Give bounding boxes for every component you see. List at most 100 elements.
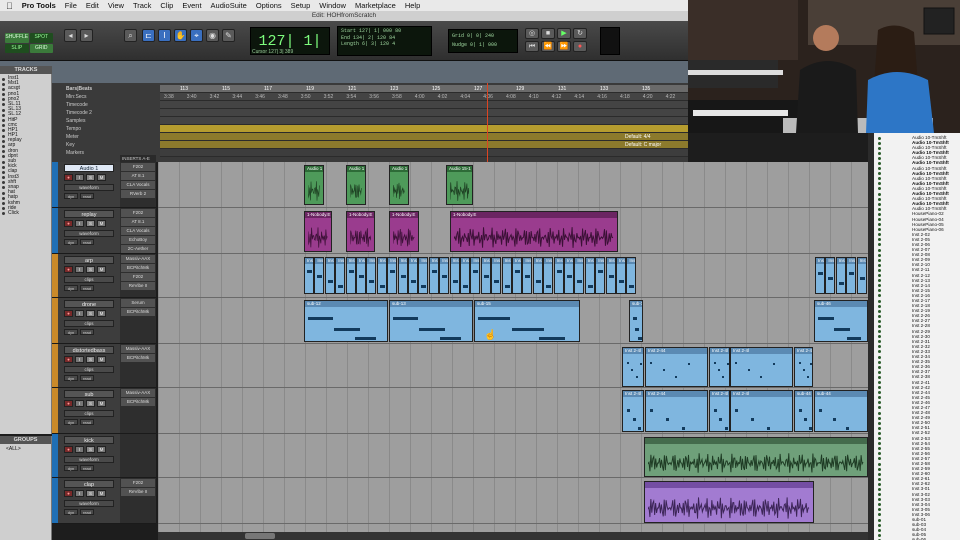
end-value[interactable]: 134| 2| 120 bbox=[353, 35, 386, 41]
automation-mode[interactable]: read bbox=[80, 285, 94, 291]
midi-clip[interactable]: Inst 2-4l bbox=[622, 347, 644, 387]
midi-clip[interactable]: Inst bbox=[345, 257, 356, 294]
input-monitor-button[interactable]: I bbox=[75, 490, 84, 497]
record-enable-button[interactable]: ● bbox=[64, 266, 73, 273]
record-enable-button[interactable]: ● bbox=[64, 446, 73, 453]
dyn-button[interactable]: dyn bbox=[64, 193, 78, 199]
midi-clip[interactable]: sub-44 bbox=[794, 390, 813, 432]
midi-clip[interactable]: Inst bbox=[491, 257, 502, 294]
start-value[interactable]: 127| 1| 000 bbox=[359, 28, 392, 34]
insert-plugin[interactable]: F202 bbox=[121, 209, 155, 217]
clap-audio-clip[interactable] bbox=[644, 481, 814, 523]
mute-button[interactable]: M bbox=[97, 174, 106, 181]
midi-clip[interactable]: Inst bbox=[304, 257, 314, 294]
record-enable-button[interactable]: ● bbox=[64, 490, 73, 497]
audio-clip[interactable]: 1-Nobody.E bbox=[346, 211, 375, 252]
solo-button[interactable]: S bbox=[86, 266, 95, 273]
automation-mode[interactable]: read bbox=[80, 465, 94, 471]
midi-clip[interactable]: Inst 2-4l bbox=[730, 347, 793, 387]
track-name[interactable]: Audio 1 bbox=[64, 164, 114, 172]
bars-beats-ruler[interactable]: 113 115 117 119 121 123 125 127 129 131 133 135 bbox=[160, 85, 688, 93]
grabber-tool-icon[interactable]: ✋ bbox=[174, 29, 187, 42]
track-name[interactable]: distortedbass bbox=[64, 346, 114, 354]
solo-button[interactable]: S bbox=[86, 174, 95, 181]
input-monitor-button[interactable]: I bbox=[75, 310, 84, 317]
insert-plugin[interactable]: BCPitchMk bbox=[121, 398, 155, 406]
zoom-out-icon[interactable]: ◂ bbox=[64, 29, 77, 42]
midi-clip[interactable]: Inst 2-44 bbox=[645, 347, 708, 387]
track-lane[interactable] bbox=[158, 162, 868, 208]
input-monitor-button[interactable]: I bbox=[75, 174, 84, 181]
midi-clip[interactable]: Inst bbox=[335, 257, 346, 294]
insert-plugin[interactable]: CLA Vocals bbox=[121, 181, 155, 189]
track-view-selector[interactable]: waveform bbox=[64, 456, 114, 463]
midi-clip[interactable]: Inst 2-4l bbox=[709, 347, 730, 387]
solo-button[interactable]: S bbox=[86, 356, 95, 363]
markers-ruler[interactable] bbox=[160, 149, 688, 157]
track-name[interactable]: drone bbox=[64, 300, 114, 308]
automation-mode[interactable]: read bbox=[80, 509, 94, 515]
menu-setup[interactable]: Setup bbox=[291, 1, 311, 10]
insert-plugin[interactable]: BCPitchMk bbox=[121, 308, 155, 316]
mode-spot[interactable]: SPOT bbox=[29, 33, 53, 43]
key-ruler[interactable]: Default: C major bbox=[160, 141, 688, 149]
insert-plugin[interactable]: EchoBoy bbox=[121, 236, 155, 244]
audio-clip[interactable]: Audio 1 bbox=[389, 165, 409, 205]
track-list-item[interactable]: Click bbox=[0, 210, 51, 216]
midi-clip[interactable]: Inst bbox=[553, 257, 564, 294]
record-enable-button[interactable]: ● bbox=[64, 310, 73, 317]
menu-window[interactable]: Window bbox=[319, 1, 346, 10]
track-view-selector[interactable]: clips bbox=[64, 276, 114, 283]
automation-mode[interactable]: read bbox=[80, 419, 94, 425]
midi-clip[interactable]: Inst 2-4l bbox=[730, 390, 793, 432]
midi-clip[interactable]: Inst 2-44 bbox=[645, 390, 708, 432]
input-monitor-button[interactable]: I bbox=[75, 220, 84, 227]
grid-label[interactable]: Grid bbox=[452, 33, 464, 39]
automation-mode[interactable]: read bbox=[80, 239, 94, 245]
insert-plugin[interactable]: F202 bbox=[121, 479, 155, 487]
menu-track[interactable]: Track bbox=[133, 1, 151, 10]
scrubber-tool-icon[interactable]: ◉ bbox=[206, 29, 219, 42]
midi-clip[interactable]: Inst bbox=[480, 257, 491, 294]
audio-clip[interactable]: Audio 15-1 bbox=[446, 165, 473, 205]
midi-clip[interactable]: Inst bbox=[397, 257, 408, 294]
solo-button[interactable]: S bbox=[86, 220, 95, 227]
menu-file[interactable]: File bbox=[65, 1, 77, 10]
track-view-selector[interactable]: clips bbox=[64, 320, 114, 327]
midi-clip[interactable]: sub-12 bbox=[304, 300, 388, 342]
dyn-button[interactable]: dyn bbox=[64, 239, 78, 245]
audio-clip[interactable]: Audio 1 bbox=[304, 165, 324, 205]
audio-clip[interactable]: 1-Nobody.E bbox=[450, 211, 618, 252]
midi-clip[interactable]: Inst bbox=[564, 257, 574, 294]
midi-clip[interactable]: Inst bbox=[387, 257, 398, 294]
menu-clip[interactable]: Clip bbox=[160, 1, 173, 10]
midi-clip[interactable]: Inst bbox=[543, 257, 554, 294]
mute-button[interactable]: M bbox=[97, 220, 106, 227]
timeline-edit-area[interactable]: Audio 1 Audio 1 Audio 1 Audio 15-1 1-Nobody.… bbox=[158, 162, 868, 532]
insert-plugin[interactable]: AT 8.1 bbox=[121, 172, 155, 180]
nudge-value[interactable]: 0| 1| 000 bbox=[470, 42, 497, 48]
track-view-selector[interactable]: clips bbox=[64, 366, 114, 373]
tempo-ruler[interactable] bbox=[160, 125, 688, 133]
audio-clip[interactable]: 1-Nobody.E bbox=[389, 211, 419, 252]
apple-icon[interactable]:  bbox=[6, 1, 13, 11]
menu-event[interactable]: Event bbox=[182, 1, 201, 10]
dyn-button[interactable]: dyn bbox=[64, 375, 78, 381]
track-view-selector[interactable]: waveform bbox=[64, 184, 114, 191]
midi-clip[interactable]: Inst bbox=[522, 257, 533, 294]
nudge-label[interactable]: Nudge bbox=[452, 42, 467, 48]
midi-clip[interactable]: Inst bbox=[366, 257, 377, 294]
track-name[interactable]: kick bbox=[64, 436, 114, 444]
track-view-selector[interactable]: waveform bbox=[64, 230, 114, 237]
menu-options[interactable]: Options bbox=[256, 1, 282, 10]
insert-plugin[interactable]: BCPitchMk bbox=[121, 354, 155, 362]
midi-clip[interactable]: Inst bbox=[595, 257, 606, 294]
mute-button[interactable]: M bbox=[97, 446, 106, 453]
insert-plugin[interactable]: ReVibe II bbox=[121, 282, 155, 290]
zoomer-tool-icon[interactable]: ⌕ bbox=[124, 29, 137, 42]
track-view-selector[interactable]: waveform bbox=[64, 500, 114, 507]
playhead-line[interactable] bbox=[487, 83, 488, 163]
mute-button[interactable]: M bbox=[97, 356, 106, 363]
record-enable-button[interactable]: ● bbox=[64, 174, 73, 181]
insert-plugin[interactable]: Massiv-AAX bbox=[121, 389, 155, 397]
